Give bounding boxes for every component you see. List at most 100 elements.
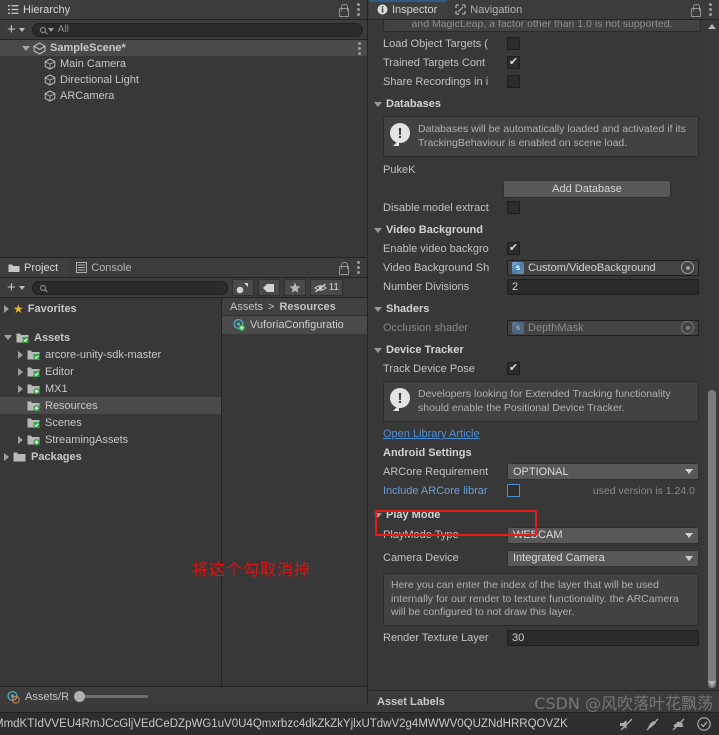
- chevron-down-icon[interactable]: [374, 512, 382, 518]
- thumbnail-size-slider[interactable]: [74, 691, 149, 702]
- prop-load-object-targets[interactable]: Load Object Targets (: [369, 34, 705, 53]
- playmode-type-dropdown[interactable]: WEBCAM: [507, 526, 699, 544]
- section-title: Play Mode: [386, 509, 441, 521]
- kebab-menu-icon[interactable]: [709, 3, 712, 16]
- chevron-down-icon[interactable]: [374, 347, 382, 353]
- scroll-down-arrow-icon[interactable]: [708, 681, 716, 686]
- slider-knob[interactable]: [74, 691, 86, 702]
- create-object-button[interactable]: +: [4, 22, 28, 37]
- scrollbar-thumb[interactable]: [708, 390, 716, 688]
- lock-icon[interactable]: [338, 3, 349, 17]
- folder-icon: [13, 452, 26, 461]
- prop-disable-model-extract[interactable]: Disable model extract: [369, 198, 705, 217]
- section-video-background[interactable]: Video Background: [369, 221, 705, 239]
- prop-arcore-requirement[interactable]: ARCore Requirement OPTIONAL: [369, 462, 705, 481]
- render-texture-layer-input[interactable]: 30: [507, 630, 699, 646]
- number-divisions-input[interactable]: 2: [507, 278, 699, 295]
- project-item-label: Scenes: [45, 416, 82, 429]
- status-ok-icon[interactable]: [697, 717, 711, 731]
- prop-include-arcore-library[interactable]: Include ARCore librar used version is 1.…: [369, 481, 705, 500]
- project-item-mx1[interactable]: MX1: [0, 380, 221, 397]
- chevron-right-icon[interactable]: [18, 435, 23, 444]
- mute-audio-icon[interactable]: [619, 718, 634, 731]
- inspector-scrollbar[interactable]: [705, 20, 719, 690]
- cloud-build-icon[interactable]: [671, 718, 686, 731]
- object-picker-icon[interactable]: [681, 261, 694, 274]
- prop-playmode-type[interactable]: PlayMode Type WEBCAM: [369, 524, 705, 546]
- chevron-right-icon[interactable]: [18, 350, 23, 359]
- prop-number-divisions[interactable]: Number Divisions 2: [369, 277, 705, 296]
- asset-item-vuforia-configuration[interactable]: VuforiaConfiguratio: [222, 316, 367, 334]
- tab-hierarchy[interactable]: Hierarchy: [0, 0, 81, 19]
- kebab-menu-icon[interactable]: [357, 3, 360, 16]
- chevron-right-icon[interactable]: [4, 452, 9, 461]
- section-device-tracker[interactable]: Device Tracker: [369, 341, 705, 359]
- tab-navigation[interactable]: Navigation: [447, 0, 532, 19]
- hierarchy-scene-row[interactable]: SampleScene*: [0, 40, 367, 56]
- tab-inspector[interactable]: Inspector: [369, 0, 448, 19]
- prop-trained-targets[interactable]: Trained Targets Cont ✔: [369, 53, 705, 72]
- chevron-down-icon[interactable]: [22, 45, 30, 51]
- chevron-down-icon[interactable]: [374, 101, 382, 107]
- chevron-right-icon[interactable]: [18, 367, 23, 376]
- enable-video-background-checkbox[interactable]: ✔: [507, 242, 520, 255]
- section-play-mode[interactable]: Play Mode: [369, 506, 705, 524]
- filter-by-label-icon[interactable]: [257, 279, 280, 296]
- project-item-streamingassets[interactable]: StreamingAssets: [0, 431, 221, 448]
- chevron-right-icon[interactable]: [18, 384, 23, 393]
- prop-camera-device[interactable]: Camera Device Integrated Camera: [369, 546, 705, 570]
- scene-kebab-icon[interactable]: [358, 41, 361, 55]
- filter-by-type-icon[interactable]: [231, 279, 254, 296]
- eye-hidden-icon: [313, 283, 327, 292]
- add-database-button[interactable]: Add Database: [503, 179, 671, 198]
- create-asset-button[interactable]: +: [4, 280, 28, 295]
- chevron-right-icon[interactable]: [4, 304, 9, 313]
- filter-favorites-icon[interactable]: [283, 279, 306, 296]
- chevron-down-icon[interactable]: [374, 227, 382, 233]
- hidden-packages-toggle[interactable]: 11: [309, 279, 343, 296]
- lock-icon[interactable]: [338, 261, 349, 275]
- prop-enable-video-background[interactable]: Enable video backgro ✔: [369, 239, 705, 258]
- open-library-article-link[interactable]: Open Library Article: [369, 425, 705, 443]
- lock-icon[interactable]: [690, 3, 701, 17]
- project-item-packages[interactable]: Packages: [0, 448, 221, 465]
- load-object-targets-checkbox[interactable]: [507, 37, 520, 50]
- chevron-down-icon[interactable]: [4, 335, 12, 340]
- breadcrumb-assets[interactable]: Assets: [230, 301, 263, 313]
- project-search-input[interactable]: [31, 280, 228, 295]
- section-databases[interactable]: Databases: [369, 95, 705, 113]
- hierarchy-item-arcamera[interactable]: ARCamera: [0, 88, 367, 104]
- breadcrumb-resources[interactable]: Resources: [279, 301, 335, 313]
- arcore-requirement-dropdown[interactable]: OPTIONAL: [507, 463, 699, 480]
- project-item-favorites[interactable]: ★ Favorites: [0, 300, 221, 317]
- project-item-assets[interactable]: Assets: [0, 329, 221, 346]
- camera-device-dropdown[interactable]: Integrated Camera: [507, 549, 699, 567]
- prop-video-background-shader[interactable]: Video Background Sh s Custom/VideoBackgr…: [369, 258, 705, 277]
- chevron-down-icon[interactable]: [374, 306, 382, 312]
- tab-hierarchy-label: Hierarchy: [23, 3, 71, 16]
- hierarchy-search-input[interactable]: All: [31, 22, 363, 37]
- project-item-arcore-sdk[interactable]: arcore-unity-sdk-master: [0, 346, 221, 363]
- prop-share-recordings[interactable]: Share Recordings in i: [369, 72, 705, 91]
- device-tracker-helpbox: ! Developers looking for Extended Tracki…: [383, 381, 699, 422]
- collab-icon[interactable]: [645, 718, 660, 731]
- prop-render-texture-layer[interactable]: Render Texture Layer 30: [369, 629, 705, 648]
- hierarchy-item-directional-light[interactable]: Directional Light: [0, 72, 367, 88]
- tab-console[interactable]: Console: [68, 258, 141, 277]
- tab-project[interactable]: Project: [0, 258, 69, 277]
- track-device-pose-checkbox[interactable]: ✔: [507, 362, 520, 375]
- video-background-shader-field[interactable]: s Custom/VideoBackground: [507, 259, 699, 276]
- share-recordings-checkbox[interactable]: [507, 75, 520, 88]
- include-arcore-library-checkbox[interactable]: [507, 484, 520, 497]
- disable-model-extraction-checkbox[interactable]: [507, 201, 520, 214]
- project-item-resources[interactable]: Resources: [0, 397, 221, 414]
- section-shaders[interactable]: Shaders: [369, 300, 705, 318]
- project-item-editor[interactable]: Editor: [0, 363, 221, 380]
- hierarchy-item-main-camera[interactable]: Main Camera: [0, 56, 367, 72]
- scroll-up-arrow-icon[interactable]: [708, 24, 716, 29]
- prop-track-device-pose[interactable]: Track Device Pose ✔: [369, 359, 705, 378]
- trained-targets-checkbox[interactable]: ✔: [507, 56, 520, 69]
- database-entry-row[interactable]: PukeK: [369, 160, 705, 179]
- kebab-menu-icon[interactable]: [357, 261, 360, 274]
- project-item-scenes[interactable]: Scenes: [0, 414, 221, 431]
